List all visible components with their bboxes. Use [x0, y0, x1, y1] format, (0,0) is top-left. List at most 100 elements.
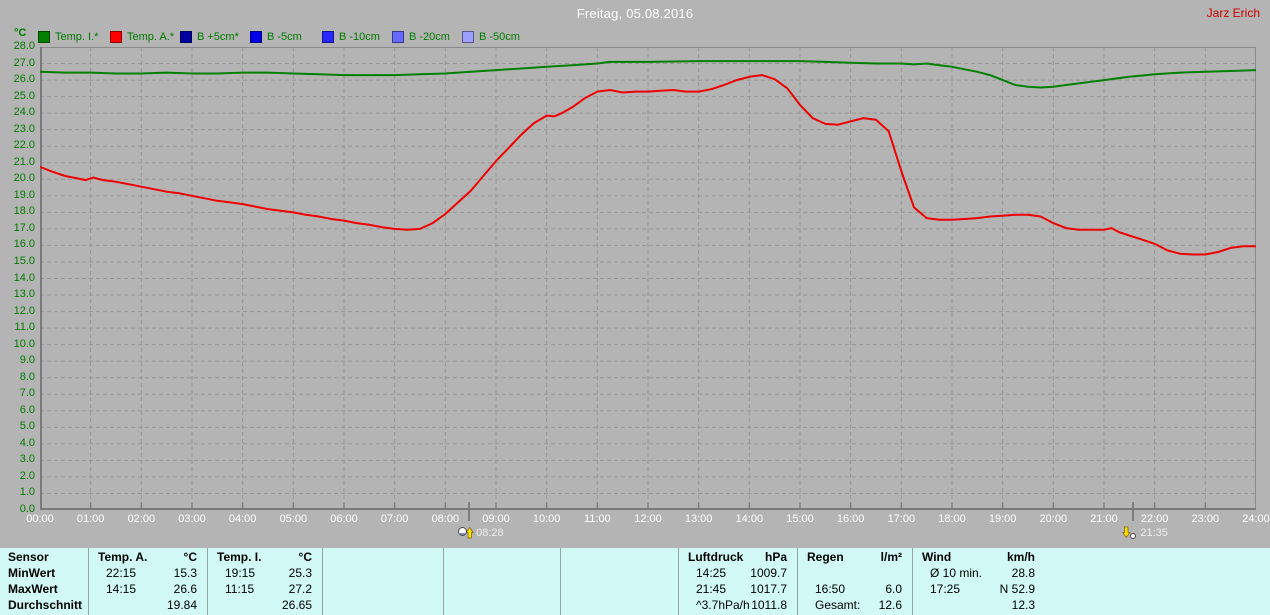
legend-item-tempa[interactable]: Temp. A.* — [110, 31, 174, 43]
y-tick-label: 20.0 — [13, 172, 35, 185]
legend-label: Temp. I.* — [55, 31, 99, 43]
stat-row-label: MaxWert — [8, 582, 58, 596]
stat-row-label: Durchschnitt — [8, 598, 83, 612]
column-header-regen: Regen l/m² — [807, 550, 902, 565]
stat-value: 12.6 — [878, 598, 902, 612]
x-tick-label: 02:00 — [127, 513, 156, 525]
stat-row-label: MinWert — [8, 566, 56, 580]
y-tick-label: 19.0 — [13, 188, 35, 201]
stat-cell-wind: Ø 10 min. 28.8 — [922, 566, 1035, 581]
y-tick-label: 8.0 — [19, 370, 35, 383]
sunset-tick — [1132, 502, 1135, 521]
column-name: Temp. I. — [217, 550, 262, 564]
stat-time: ^3.7hPa/h — [696, 598, 750, 612]
legend-item-b+5cm[interactable]: B +5cm* — [180, 31, 239, 43]
series-temp--a-- — [39, 74, 1257, 256]
y-tick-label: 9.0 — [19, 354, 35, 367]
x-tick-label: 11:00 — [583, 513, 611, 525]
y-tick-label: 10.0 — [13, 337, 35, 350]
user-name-label: Jarz Erich — [1206, 6, 1260, 20]
sunset-time-label: 21:35 — [1140, 526, 1168, 539]
legend-item-b-5cm[interactable]: B -5cm — [250, 31, 302, 43]
column-header-luftdruck: Luftdruck hPa — [688, 550, 787, 565]
stat-time: Gesamt: — [815, 598, 861, 612]
x-tick-label: 20:00 — [1039, 513, 1068, 525]
stat-value: 1011.8 — [751, 598, 787, 612]
legend-item-b-50cm[interactable]: B -50cm — [462, 31, 520, 43]
stat-cell-luftdruck: ^3.7hPa/h 1011.8 — [688, 598, 787, 613]
column-separator — [912, 548, 913, 615]
x-tick-label: 18:00 — [938, 513, 966, 525]
x-tick-label: 23:00 — [1191, 513, 1220, 525]
column-unit: °C — [183, 550, 197, 564]
stat-time: 21:45 — [696, 582, 727, 596]
x-tick-label: 09:00 — [482, 513, 510, 525]
legend-color-swatch — [38, 31, 50, 43]
legend-color-swatch — [462, 31, 474, 43]
y-tick-label: 7.0 — [19, 387, 35, 400]
sunset-marker: 21:35 — [1122, 526, 1168, 539]
x-tick-label: 19:00 — [988, 513, 1017, 525]
legend-label: B -20cm — [409, 31, 450, 43]
x-tick-label: 04:00 — [228, 513, 257, 525]
stat-cell-wind: 12.3 — [922, 598, 1035, 613]
column-name: Temp. A. — [98, 550, 148, 564]
x-tick-label: 06:00 — [330, 513, 358, 525]
y-tick-label: 18.0 — [13, 205, 35, 218]
stat-time — [217, 598, 225, 613]
y-tick-label: 13.0 — [13, 288, 35, 301]
stat-cell-temp--i-: 11:15 27.2 — [217, 582, 312, 597]
stat-cell-temp--a-: 22:15 15.3 — [98, 566, 197, 581]
x-tick-label: 17:00 — [887, 513, 916, 525]
legend-color-swatch — [392, 31, 404, 43]
x-tick-label: 10:00 — [532, 513, 561, 525]
sunrise-tick — [468, 502, 471, 521]
stat-time: 11:15 — [225, 582, 255, 596]
statistics-table: Sensor MinWert MaxWert Durchschnitt Temp. A.… — [0, 548, 1270, 615]
legend-item-tempi[interactable]: Temp. I.* — [38, 31, 98, 43]
legend-label: Temp. A.* — [127, 31, 175, 43]
stat-cell-temp--i-: 26.65 — [217, 598, 312, 613]
stat-cell-luftdruck: 14:25 1009.7 — [688, 566, 787, 581]
column-separator — [797, 548, 798, 615]
sunrise-time-label: 08:28 — [476, 526, 504, 539]
legend-label: B -5cm — [267, 31, 302, 43]
y-tick-label: 24.0 — [13, 106, 35, 119]
y-tick-label: 28.0 — [13, 40, 35, 52]
y-tick-label: 25.0 — [13, 89, 35, 102]
x-tick-label: 05:00 — [279, 513, 308, 525]
legend-item-b-20cm[interactable]: B -20cm — [392, 31, 450, 43]
page-title: Freitag, 05.08.2016 — [576, 6, 694, 21]
column-unit: °C — [298, 550, 312, 564]
y-tick-label: 2.0 — [19, 469, 35, 482]
column-separator — [322, 548, 323, 615]
column-name: Luftdruck — [688, 550, 744, 564]
column-separator — [207, 548, 208, 615]
y-tick-label: 3.0 — [19, 453, 35, 466]
stat-value: 15.3 — [173, 566, 197, 580]
column-unit: km/h — [1006, 550, 1035, 564]
chart-plot-area[interactable] — [39, 47, 1257, 510]
column-unit: l/m² — [880, 550, 902, 564]
column-unit: hPa — [764, 550, 787, 564]
column-separator — [560, 548, 561, 615]
column-separator — [678, 548, 679, 615]
y-tick-label: 27.0 — [13, 56, 35, 69]
sunrise-marker: 08:28 — [458, 526, 504, 539]
x-tick-label: 22:00 — [1140, 513, 1169, 525]
stat-time: 14:25 — [696, 566, 727, 580]
stat-time: 16:50 — [815, 582, 846, 596]
stat-time — [98, 598, 106, 613]
legend-color-swatch — [180, 31, 192, 43]
x-tick-label: 01:00 — [76, 513, 105, 525]
y-tick-label: 6.0 — [19, 403, 35, 416]
stat-value: 1009.7 — [750, 566, 787, 580]
stat-value: 12.3 — [1011, 598, 1035, 612]
x-tick-label: 21:00 — [1090, 513, 1118, 525]
x-tick-label: 00:00 — [26, 513, 54, 525]
stat-time: 14:15 — [106, 582, 137, 596]
legend-color-swatch — [322, 31, 334, 43]
legend-item-b-10cm[interactable]: B -10cm — [322, 31, 380, 43]
y-tick-label: 4.0 — [19, 436, 35, 449]
stat-time: 19:15 — [225, 566, 256, 580]
